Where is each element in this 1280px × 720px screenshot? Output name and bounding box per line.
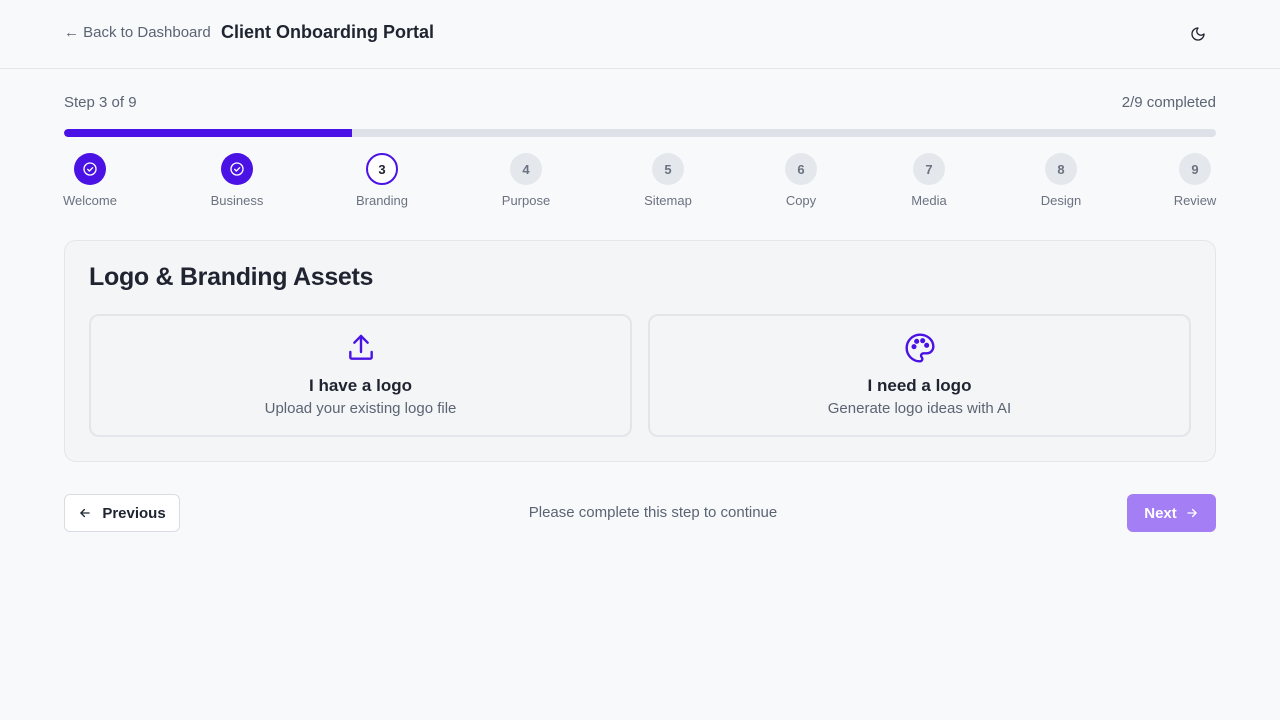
step-label: Design xyxy=(1040,193,1082,208)
step-purpose[interactable]: 4 Purpose xyxy=(481,153,571,208)
step-business[interactable]: Business xyxy=(192,153,282,208)
step-label: Branding xyxy=(355,193,409,208)
step-circle: 9 xyxy=(1179,153,1211,185)
card-title: Logo & Branding Assets xyxy=(89,263,374,291)
completed-counter: 2/9 completed xyxy=(1121,94,1216,111)
option-description: Generate logo ideas with AI xyxy=(827,400,1012,417)
step-label: Purpose xyxy=(501,193,551,208)
palette-icon xyxy=(904,333,935,363)
back-to-dashboard-link[interactable]: ← Back to Dashboard xyxy=(64,24,211,41)
step-copy[interactable]: 6 Copy xyxy=(756,153,846,208)
step-label: Sitemap xyxy=(644,193,692,208)
step-welcome[interactable]: Welcome xyxy=(45,153,135,208)
step-design[interactable]: 8 Design xyxy=(1016,153,1106,208)
option-title: I have a logo xyxy=(309,376,412,395)
progress-bar-fill xyxy=(64,129,352,137)
status-message: Please complete this step to continue xyxy=(528,504,778,521)
next-button[interactable]: Next xyxy=(1127,494,1216,532)
check-circle-icon xyxy=(83,162,97,176)
step-circle: 4 xyxy=(510,153,542,185)
moon-icon xyxy=(1191,27,1205,41)
theme-toggle-button[interactable] xyxy=(1186,22,1210,46)
step-label: Welcome xyxy=(63,193,117,208)
step-label: Review xyxy=(1173,193,1217,208)
step-circle: 7 xyxy=(913,153,945,185)
step-media[interactable]: 7 Media xyxy=(884,153,974,208)
step-counter: Step 3 of 9 xyxy=(64,94,137,111)
step-label: Copy xyxy=(785,193,817,208)
page-title: Client Onboarding Portal xyxy=(221,22,435,42)
arrow-right-icon xyxy=(1187,508,1197,518)
progress-bar xyxy=(64,129,1216,137)
top-header: ← Back to Dashboard Client Onboarding Po… xyxy=(0,0,1280,69)
step-sitemap[interactable]: 5 Sitemap xyxy=(623,153,713,208)
step-label: Business xyxy=(210,193,264,208)
step-circle: 8 xyxy=(1045,153,1077,185)
upload-icon xyxy=(348,334,373,360)
step-circle: 6 xyxy=(785,153,817,185)
branding-card: Logo & Branding Assets I have a logo Upl… xyxy=(64,240,1216,462)
check-circle-icon xyxy=(230,162,244,176)
next-label: Next xyxy=(1144,504,1177,522)
step-circle: 5 xyxy=(652,153,684,185)
step-label: Media xyxy=(911,193,947,208)
step-branding[interactable]: 3 Branding xyxy=(337,153,427,208)
option-description: Upload your existing logo file xyxy=(264,400,457,417)
step-circle xyxy=(74,153,106,185)
step-circle xyxy=(221,153,253,185)
step-review[interactable]: 9 Review xyxy=(1150,153,1240,208)
step-circle: 3 xyxy=(366,153,398,185)
option-title: I need a logo xyxy=(867,376,972,395)
need-logo-option[interactable]: I need a logo Generate logo ideas with A… xyxy=(648,314,1191,437)
have-logo-option[interactable]: I have a logo Upload your existing logo … xyxy=(89,314,632,437)
